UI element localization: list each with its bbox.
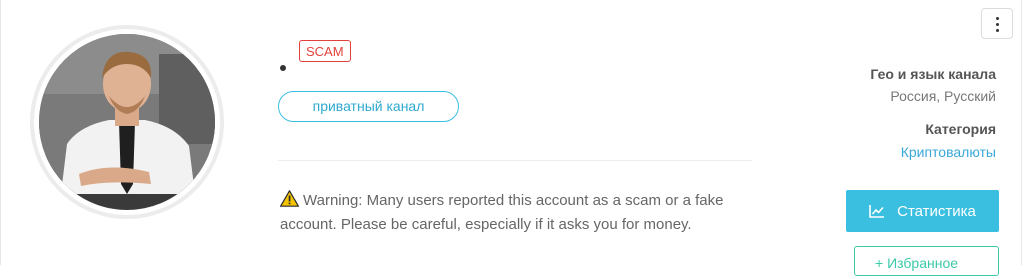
private-channel-badge[interactable]: приватный канал	[278, 91, 459, 122]
avatar-frame	[30, 25, 224, 219]
category-label: Категория	[925, 121, 996, 137]
avatar	[39, 34, 215, 210]
chart-line-icon	[869, 205, 885, 218]
avatar-photo	[39, 34, 215, 210]
warning-text: Warning: Many users reported this accoun…	[280, 192, 724, 233]
divider	[278, 160, 752, 161]
geo-value: Россия, Русский	[890, 88, 996, 104]
more-menu-button[interactable]	[981, 8, 1013, 39]
geo-label: Гео и язык канала	[870, 66, 996, 82]
favorite-button[interactable]: + Избранное	[854, 246, 999, 276]
category-link[interactable]: Криптовалюты	[901, 144, 996, 160]
scam-badge: SCAM	[299, 40, 351, 62]
more-vertical-icon-dot	[996, 23, 999, 26]
more-vertical-icon-dot	[996, 29, 999, 32]
channel-name-bullet	[280, 65, 286, 71]
channel-card: SCAM приватный канал Warning: Many users…	[0, 0, 1022, 276]
more-vertical-icon	[996, 17, 999, 20]
statistics-button[interactable]: Статистика	[846, 190, 999, 232]
statistics-button-label: Статистика	[897, 202, 976, 220]
scam-warning: Warning: Many users reported this accoun…	[280, 189, 750, 237]
warning-icon	[280, 190, 299, 207]
